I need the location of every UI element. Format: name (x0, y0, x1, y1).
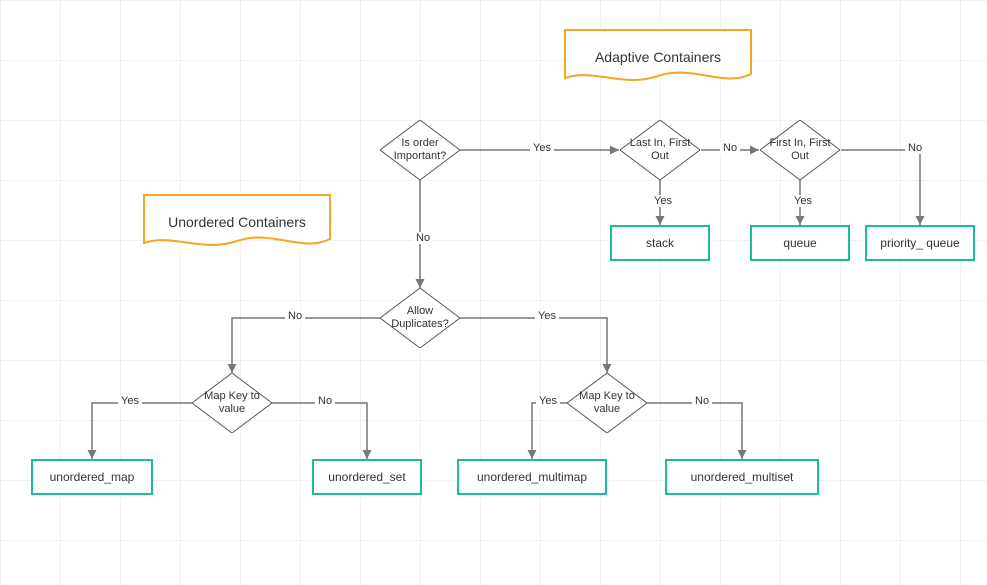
decision-map-right-label: Map Key to value (567, 390, 647, 416)
output-priority-queue: priority_ queue (865, 225, 975, 261)
decision-dup-label: Allow Duplicates? (380, 305, 460, 331)
banner-unordered: Unordered Containers (142, 193, 332, 251)
output-stack-label: stack (646, 236, 674, 250)
decision-map-left: Map Key to value (192, 373, 272, 433)
output-unordered-set-label: unordered_set (328, 470, 405, 484)
decision-fifo: First In, First Out (760, 120, 840, 180)
label-fifo-yes: Yes (791, 195, 815, 207)
decision-lifo-label: Last In, First Out (620, 137, 700, 163)
label-order-yes: Yes (530, 142, 554, 154)
label-dup-no: No (285, 310, 305, 322)
label-mapright-no: No (692, 395, 712, 407)
output-priority-queue-label: priority_ queue (880, 236, 959, 250)
output-unordered-multimap: unordered_multimap (457, 459, 607, 495)
label-mapright-yes: Yes (536, 395, 560, 407)
decision-dup: Allow Duplicates? (380, 288, 460, 348)
output-unordered-map: unordered_map (31, 459, 153, 495)
output-unordered-multiset-label: unordered_multiset (691, 470, 794, 484)
decision-order-label: Is order Important? (380, 137, 460, 163)
decision-order: Is order Important? (380, 120, 460, 180)
decision-map-right: Map Key to value (567, 373, 647, 433)
banner-adaptive: Adaptive Containers (563, 28, 753, 86)
label-lifo-no: No (720, 142, 740, 154)
banner-adaptive-label: Adaptive Containers (595, 49, 721, 65)
output-stack: stack (610, 225, 710, 261)
banner-unordered-label: Unordered Containers (168, 214, 306, 230)
output-queue: queue (750, 225, 850, 261)
grid-background (0, 0, 987, 585)
label-dup-yes: Yes (535, 310, 559, 322)
output-queue-label: queue (783, 236, 816, 250)
output-unordered-multiset: unordered_multiset (665, 459, 819, 495)
label-fifo-no: No (905, 142, 925, 154)
output-unordered-set: unordered_set (312, 459, 422, 495)
label-mapleft-no: No (315, 395, 335, 407)
label-mapleft-yes: Yes (118, 395, 142, 407)
decision-map-left-label: Map Key to value (192, 390, 272, 416)
decision-lifo: Last In, First Out (620, 120, 700, 180)
output-unordered-map-label: unordered_map (50, 470, 135, 484)
decision-fifo-label: First In, First Out (760, 137, 840, 163)
label-lifo-yes: Yes (651, 195, 675, 207)
output-unordered-multimap-label: unordered_multimap (477, 470, 587, 484)
label-order-no: No (413, 232, 433, 244)
